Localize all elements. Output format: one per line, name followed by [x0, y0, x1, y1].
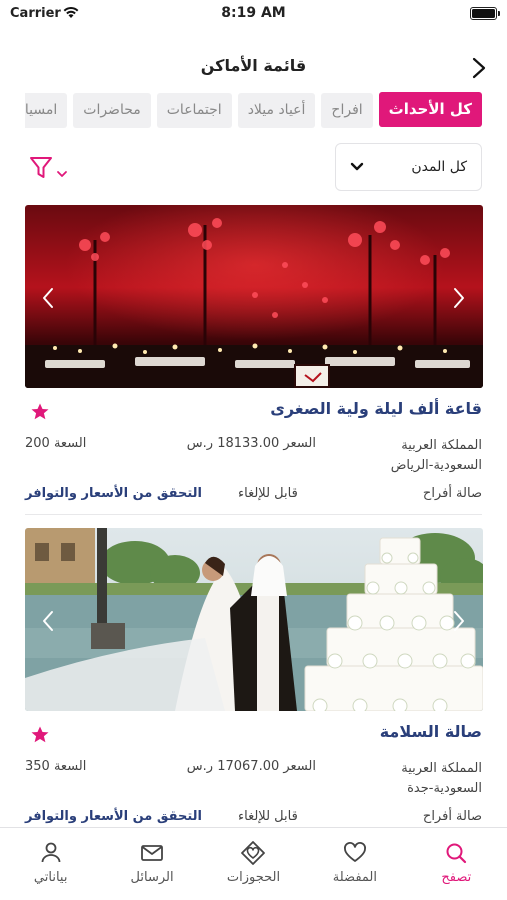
tab-all-events[interactable]: كل الأحداث — [378, 92, 482, 127]
venue-card: صالة السلامة المملكة العربية السعودية-جد… — [0, 528, 507, 827]
clock: 8:19 AM — [221, 5, 286, 21]
venue-name[interactable]: صالة السلامة — [380, 722, 482, 741]
venue-card: قاعة ألف ليلة ولية الصغرى المملكة العربي… — [0, 205, 507, 528]
city-dropdown[interactable]: كل المدن — [335, 143, 482, 191]
previous-image-arrow-icon[interactable] — [40, 610, 56, 632]
venue-cancellation: قابل للإلغاء — [238, 486, 298, 501]
tabbar-label: تصفح — [441, 870, 472, 885]
tabbar-item-bookings[interactable]: الحجوزات — [203, 828, 304, 900]
back-chevron-icon[interactable] — [469, 56, 489, 80]
tabbar-label: الرسائل — [130, 870, 174, 885]
next-image-arrow-icon[interactable] — [451, 287, 467, 309]
tabbar-item-profile[interactable]: بياناتي — [0, 828, 101, 900]
filter-button[interactable] — [28, 155, 74, 183]
card-divider — [25, 514, 482, 515]
venue-location: المملكة العربية السعودية-الرياض — [390, 438, 482, 473]
venue-photo[interactable] — [25, 205, 483, 388]
search-icon — [446, 843, 467, 864]
tabbar-item-browse[interactable]: تصفح — [406, 828, 507, 900]
tabbar-item-messages[interactable]: الرسائل — [101, 828, 202, 900]
battery-icon — [470, 7, 500, 20]
venue-cancellation: قابل للإلغاء — [238, 809, 298, 824]
tab-evenings[interactable]: امسيات — [25, 93, 68, 128]
tabbar-label: بياناتي — [33, 870, 68, 885]
venue-price: السعر 17067.00 ر.س — [186, 759, 316, 774]
venue-capacity: السعة 200 — [25, 436, 87, 451]
tab-birthdays[interactable]: أعياد ميلاد — [237, 93, 316, 128]
tabbar-label: المفضلة — [332, 870, 377, 885]
chevron-down-icon — [350, 162, 364, 171]
status-bar: Carrier 8:19 AM — [0, 0, 507, 28]
check-availability-link[interactable]: التحقق من الأسعار والتوافر — [25, 809, 202, 824]
venue-name[interactable]: قاعة ألف ليلة ولية الصغرى — [270, 399, 482, 418]
mail-icon — [141, 845, 163, 861]
bookings-icon — [241, 841, 266, 865]
next-image-arrow-icon[interactable] — [451, 610, 467, 632]
tab-weddings[interactable]: افراح — [321, 93, 373, 128]
tab-meetings[interactable]: اجتماعات — [156, 93, 232, 128]
category-tabs: كل الأحداثافراحأعياد ميلاداجتماعاتمحاضرا… — [25, 92, 482, 130]
heart-icon — [343, 842, 366, 862]
venue-location: المملكة العربية السعودية-جدة — [401, 761, 482, 796]
venue-photo[interactable] — [25, 528, 483, 711]
city-dropdown-value: كل المدن — [411, 159, 467, 175]
bottom-tab-bar: تصفح المفضلة الحجوزات الرسائل بياناتي — [0, 827, 507, 900]
star-icon[interactable] — [30, 402, 50, 422]
venue-capacity: السعة 350 — [25, 759, 87, 774]
funnel-icon — [30, 157, 52, 178]
person-icon — [41, 842, 61, 863]
chevron-down-icon — [57, 171, 67, 177]
page-title: قائمة الأماكن — [200, 56, 307, 75]
venue-list: قاعة ألف ليلة ولية الصغرى المملكة العربي… — [0, 205, 507, 827]
star-icon[interactable] — [30, 725, 50, 745]
tab-lectures[interactable]: محاضرات — [73, 93, 151, 128]
navigation-bar: قائمة الأماكن — [0, 46, 507, 86]
venue-price: السعر 18133.00 ر.س — [186, 436, 316, 451]
venue-type: صالة أفراح — [422, 486, 482, 501]
tabbar-item-favorites[interactable]: المفضلة — [304, 828, 405, 900]
previous-image-arrow-icon[interactable] — [40, 287, 56, 309]
check-availability-link[interactable]: التحقق من الأسعار والتوافر — [25, 486, 202, 501]
venue-type: صالة أفراح — [422, 809, 482, 824]
tabbar-label: الحجوزات — [226, 870, 281, 885]
